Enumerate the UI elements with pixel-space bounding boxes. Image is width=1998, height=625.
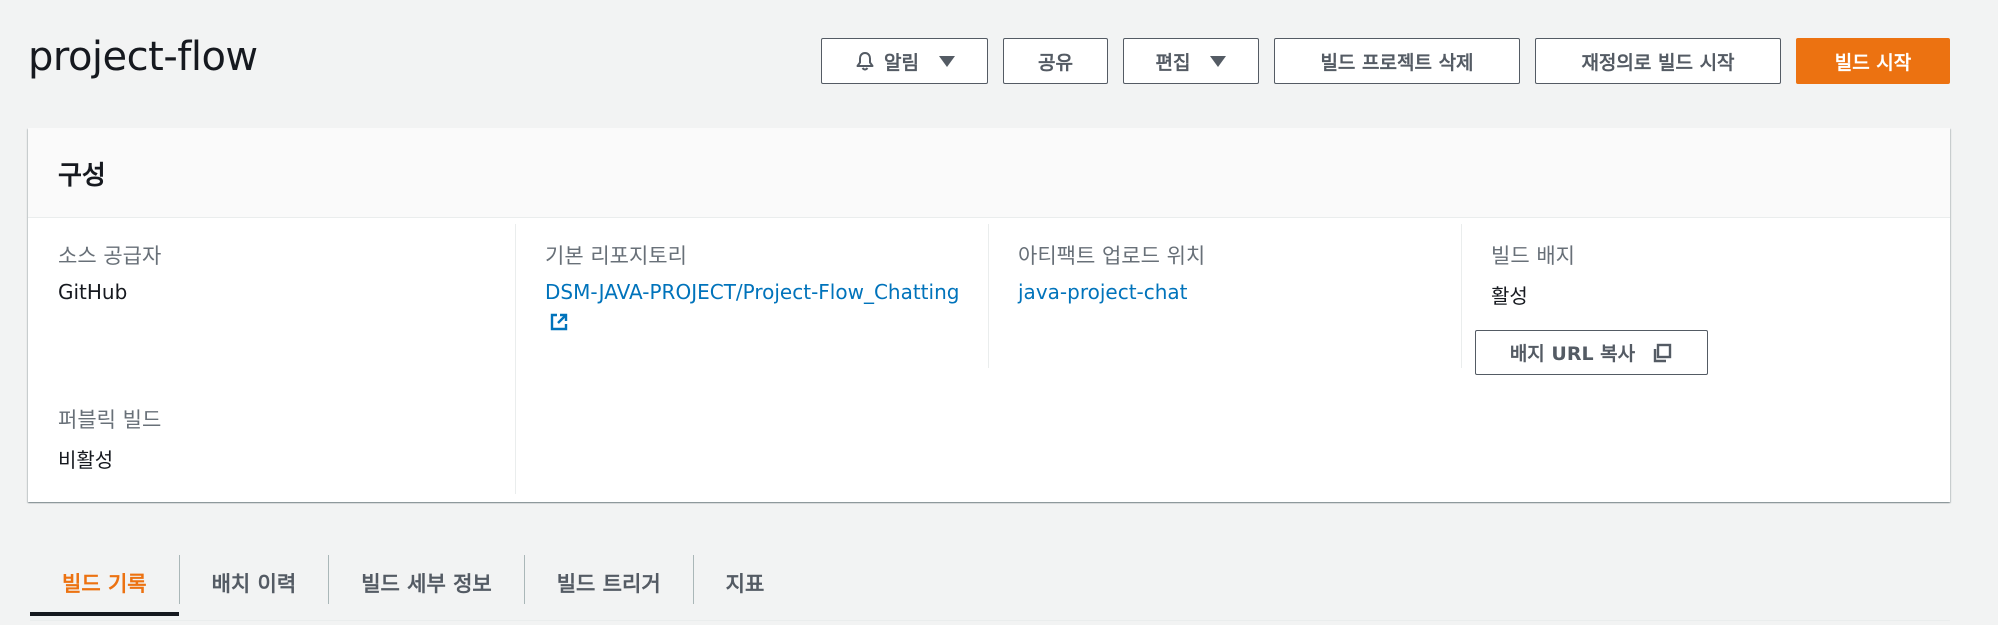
primary-repo-label: 기본 리포지토리 [545,244,687,268]
column-divider [988,224,989,368]
source-provider-value: GitHub [58,280,128,304]
source-provider-label: 소스 공급자 [58,244,162,268]
public-build-field: 퍼블릭 빌드 비활성 [58,404,161,473]
configuration-panel: 구성 소스 공급자 GitHub 퍼블릭 빌드 비활성 기본 리포지토리 DSM… [28,128,1950,502]
bell-icon [854,50,876,72]
caret-down-icon [938,55,955,67]
share-button[interactable]: 공유 [1003,38,1108,84]
artifact-link[interactable]: java-project-chat [1018,280,1188,304]
copy-icon [1651,342,1673,364]
public-build-value: 비활성 [58,448,114,472]
notify-button-label: 알림 [884,51,919,74]
primary-repo-link[interactable]: DSM-JAVA-PROJECT/Project-Flow_Chatting [545,280,959,304]
tab-batch-history[interactable]: 배치 이력 [180,545,329,620]
configuration-header: 구성 [28,128,1950,218]
public-build-label: 퍼블릭 빌드 [58,408,162,432]
tab-build-details[interactable]: 빌드 세부 정보 [329,545,524,620]
start-build-with-overrides-button[interactable]: 재정의로 빌드 시작 [1535,38,1781,84]
caret-down-icon [1210,55,1227,67]
tab-metrics[interactable]: 지표 [694,545,797,620]
source-provider-field: 소스 공급자 GitHub [58,240,161,304]
edit-button[interactable]: 편집 [1123,38,1259,84]
edit-button-label: 편집 [1155,51,1191,74]
primary-repo-field: 기본 리포지토리 DSM-JAVA-PROJECT/Project-Flow_C… [545,240,959,336]
column-divider [515,224,516,494]
artifact-label: 아티팩트 업로드 위치 [1018,244,1206,268]
notify-button[interactable]: 알림 [821,38,988,84]
artifact-field: 아티팩트 업로드 위치 java-project-chat [1018,240,1205,304]
tabs-divider [30,620,1950,621]
page-title: project-flow [28,34,258,80]
configuration-title: 구성 [58,161,106,191]
tab-build-history[interactable]: 빌드 기록 [30,545,179,620]
header-actions: 알림 공유 편집 빌드 프로젝트 삭제 재정의로 빌드 시작 빌드 시작 [821,38,1950,84]
delete-build-project-button[interactable]: 빌드 프로젝트 삭제 [1274,38,1520,84]
tab-build-triggers[interactable]: 빌드 트리거 [525,545,693,620]
copy-badge-url-button[interactable]: 배지 URL 복사 [1475,330,1708,375]
column-divider [1461,224,1462,368]
build-badge-field: 빌드 배지 활성 [1491,240,1575,309]
external-link-icon[interactable] [549,312,959,336]
start-build-button[interactable]: 빌드 시작 [1796,38,1950,84]
tabs: 빌드 기록 배치 이력 빌드 세부 정보 빌드 트리거 지표 [30,545,796,620]
build-badge-label: 빌드 배지 [1491,244,1575,268]
build-badge-value: 활성 [1491,284,1528,308]
copy-badge-url-label: 배지 URL 복사 [1509,343,1636,365]
